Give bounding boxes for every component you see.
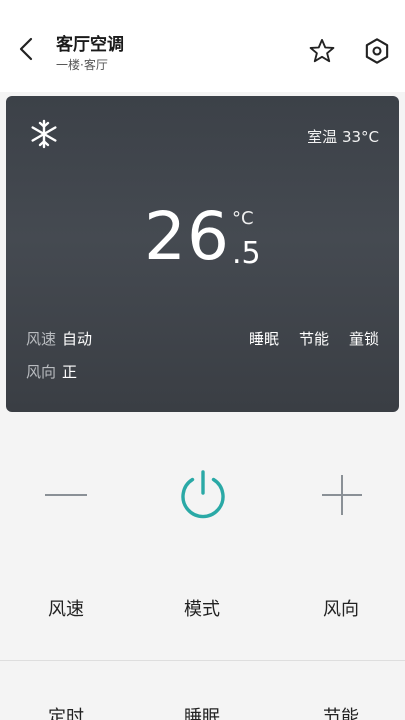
set-temperature-unit: °C — [232, 208, 254, 229]
fan-speed-status: 风速 自动 — [26, 328, 92, 349]
favorite-button[interactable] — [306, 36, 338, 66]
decrease-temp-button[interactable] — [36, 470, 96, 520]
active-features: 睡眠 节能 童锁 — [249, 328, 379, 349]
device-title: 客厅空调 — [56, 35, 124, 55]
divider — [0, 660, 405, 661]
set-temperature-decimal: .5 — [232, 236, 261, 271]
fan-direction-value: 正 — [62, 363, 78, 381]
feature-sleep: 睡眠 — [248, 330, 279, 348]
fan-direction-button[interactable]: 风向 — [281, 588, 401, 628]
feature-energy-saving: 节能 — [298, 330, 329, 348]
feature-child-lock: 童锁 — [348, 330, 379, 348]
increase-temp-button[interactable] — [312, 470, 372, 520]
plus-icon — [322, 475, 362, 515]
snowflake-icon — [31, 119, 57, 149]
settings-button[interactable] — [361, 36, 393, 66]
device-location: 一楼·客厅 — [56, 58, 108, 72]
room-temp-value: 33°C — [341, 128, 379, 146]
fan-speed-label: 风速 — [26, 330, 57, 348]
sleep-button[interactable]: 睡眠 — [142, 696, 262, 720]
room-temp-label: 室温 — [307, 128, 338, 146]
fan-speed-value: 自动 — [62, 330, 93, 348]
timer-button[interactable]: 定时 — [6, 696, 126, 720]
fan-direction-status: 风向正 — [26, 361, 77, 382]
control-panel: 风速 模式 风向 定时 睡眠 节能 — [0, 420, 405, 720]
star-icon — [309, 38, 335, 63]
fan-direction-label: 风向 — [26, 363, 57, 381]
mode-button[interactable]: 模式 — [142, 588, 262, 628]
hexagon-settings-icon — [365, 38, 389, 64]
back-button[interactable] — [12, 34, 40, 64]
status-card: 室温 33°C 26 °C .5 风速 自动 风向正 睡眠 节能 童锁 — [6, 96, 399, 412]
chevron-left-icon — [19, 37, 33, 61]
set-temperature-integer: 26 — [144, 198, 230, 275]
top-bar: 客厅空调 一楼·客厅 — [0, 0, 405, 92]
minus-icon — [45, 494, 87, 496]
energy-saving-button[interactable]: 节能 — [281, 696, 401, 720]
power-button[interactable] — [172, 464, 234, 526]
room-temperature: 室温 33°C — [307, 126, 379, 147]
fan-speed-button[interactable]: 风速 — [6, 588, 126, 628]
power-icon — [181, 470, 225, 519]
